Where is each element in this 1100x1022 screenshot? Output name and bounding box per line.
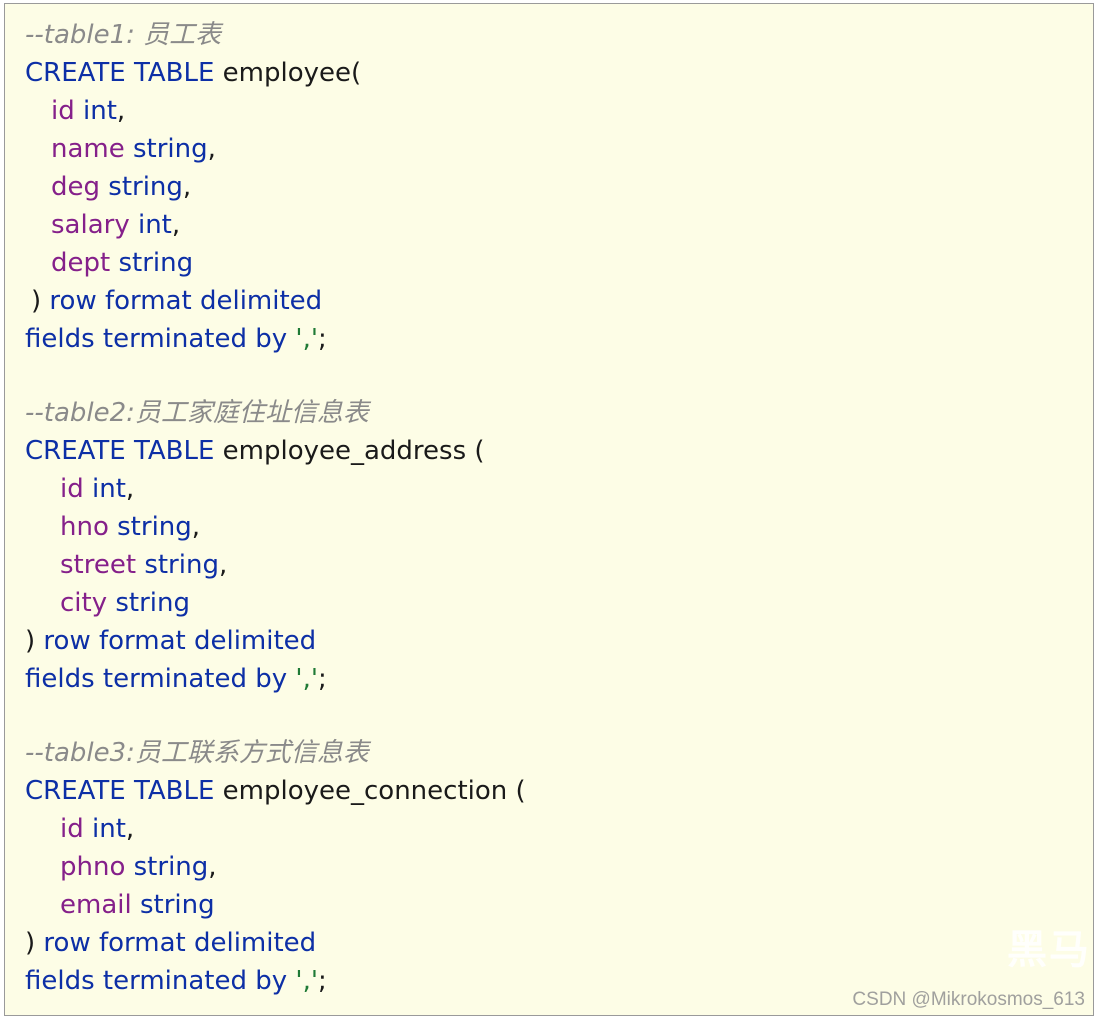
row-format-line: ) row format delimited (25, 282, 322, 320)
column-type: string (133, 134, 208, 164)
column-name: id (51, 96, 75, 126)
column-name: salary (51, 210, 130, 240)
column-type: int (92, 814, 126, 844)
column-line: salary int, (25, 206, 180, 244)
create-keyword: CREATE TABLE (25, 58, 215, 88)
row-format-clause: row format delimited (43, 928, 317, 958)
fields-terminated-clause: fields terminated by (25, 664, 288, 694)
column-line: id int, (25, 92, 125, 130)
semicolon: ; (317, 664, 327, 694)
column-sep: , (208, 852, 217, 882)
column-sep: , (182, 172, 192, 202)
code-panel: --table1: 员工表 CREATE TABLE employee( id … (4, 3, 1094, 1016)
delimiter-string: ',' (295, 966, 318, 996)
column-line: phno string, (25, 848, 217, 886)
create-line: CREATE TABLE employee_address ( (25, 432, 485, 470)
column-type: int (92, 474, 126, 504)
comment-text: --table2:员工家庭住址信息表 (25, 398, 369, 428)
terminator-line: fields terminated by ','; (25, 962, 327, 1000)
comment-text: --table3:员工联系方式信息表 (25, 738, 369, 768)
column-sep: , (191, 512, 201, 542)
delimiter-string: ',' (295, 664, 318, 694)
terminator-line: fields terminated by ','; (25, 660, 327, 698)
column-type: int (137, 210, 172, 240)
create-line: CREATE TABLE employee( (25, 54, 361, 92)
column-sep: , (125, 474, 135, 504)
column-sep: , (207, 134, 216, 164)
table-name: employee( (222, 58, 362, 88)
column-type: string (118, 248, 194, 278)
column-type: string (139, 890, 215, 920)
column-sep: , (125, 814, 135, 844)
close-paren: ) (25, 928, 36, 958)
column-name: email (60, 890, 132, 920)
watermark-logo: 黑马 (1007, 927, 1091, 973)
table-name: employee_connection ( (222, 776, 526, 806)
column-name: street (60, 550, 137, 580)
column-name: phno (60, 852, 126, 882)
column-type: int (83, 96, 117, 126)
row-format-clause: row format delimited (43, 626, 317, 656)
column-type: string (133, 852, 209, 882)
column-line: id int, (25, 470, 134, 508)
code-comment: --table2:员工家庭住址信息表 (25, 394, 369, 432)
column-line: city string (25, 584, 190, 622)
column-name: city (60, 588, 108, 618)
column-line: id int, (25, 810, 134, 848)
column-name: hno (60, 512, 109, 542)
semicolon: ; (317, 966, 327, 996)
create-keyword: CREATE TABLE (25, 776, 215, 806)
column-name: name (51, 134, 125, 164)
delimiter-string: ',' (295, 324, 318, 354)
row-format-line: ) row format delimited (25, 924, 316, 962)
column-sep: , (171, 210, 181, 240)
column-line: dept string (25, 244, 193, 282)
column-sep: , (116, 96, 126, 126)
terminator-line: fields terminated by ','; (25, 320, 327, 358)
code-comment: --table1: 员工表 (25, 16, 221, 54)
column-name: id (60, 474, 84, 504)
fields-terminated-clause: fields terminated by (25, 966, 288, 996)
column-name: dept (51, 248, 111, 278)
column-name: id (60, 814, 84, 844)
semicolon: ; (317, 324, 327, 354)
table-name: employee_address ( (222, 436, 485, 466)
fields-terminated-clause: fields terminated by (25, 324, 288, 354)
column-line: street string, (25, 546, 227, 584)
close-paren: ) (31, 286, 42, 316)
comment-text: --table1: 员工表 (25, 20, 222, 50)
create-line: CREATE TABLE employee_connection ( (25, 772, 526, 810)
column-line: email string (25, 886, 215, 924)
column-sep: , (218, 550, 228, 580)
column-name: deg (51, 172, 101, 202)
column-type: string (144, 550, 219, 580)
watermark-text: CSDN @Mikrokosmos_613 (852, 989, 1085, 1010)
code-comment: --table3:员工联系方式信息表 (25, 734, 369, 772)
column-line: name string, (25, 130, 216, 168)
column-type: string (108, 172, 183, 202)
close-paren: ) (25, 626, 36, 656)
create-keyword: CREATE TABLE (25, 436, 215, 466)
column-type: string (117, 512, 192, 542)
row-format-line: ) row format delimited (25, 622, 316, 660)
column-line: hno string, (25, 508, 200, 546)
row-format-clause: row format delimited (49, 286, 323, 316)
column-type: string (115, 588, 191, 618)
column-line: deg string, (25, 168, 191, 206)
